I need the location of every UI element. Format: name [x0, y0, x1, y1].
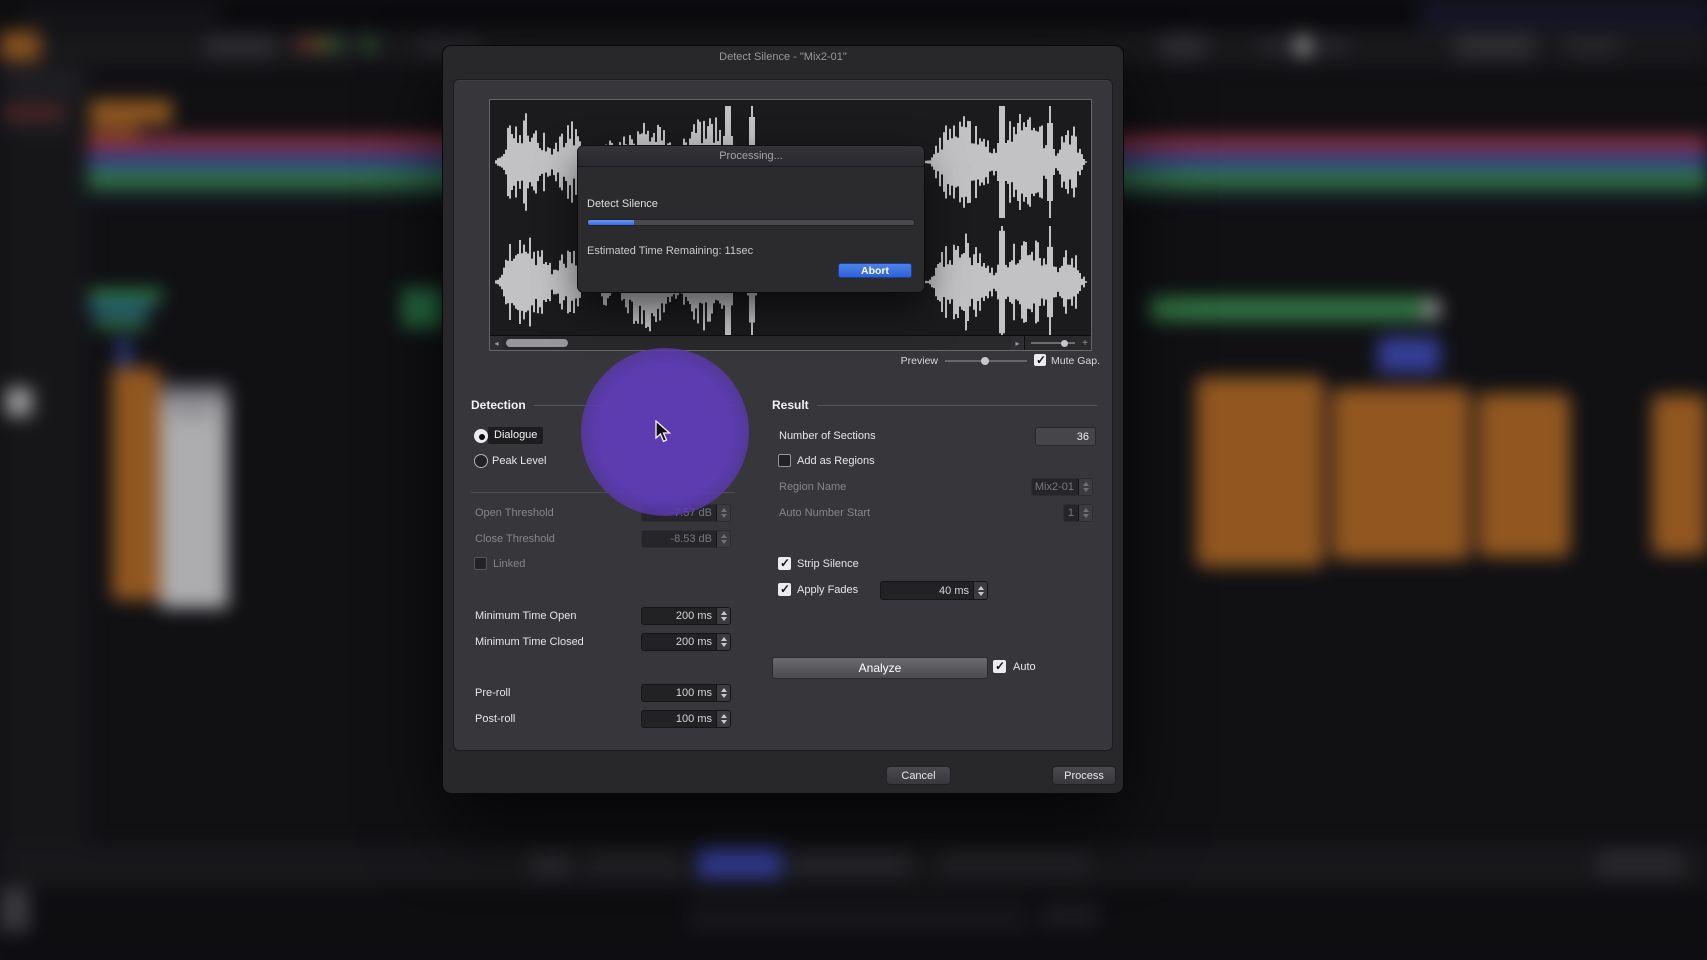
- abort-button[interactable]: Abort: [838, 263, 912, 278]
- minimum-time-open-value: 200 ms: [642, 610, 716, 622]
- result-section-header: Result: [772, 398, 1097, 412]
- region-name-value: Mix2-01: [1032, 481, 1078, 493]
- scrollbar-thumb[interactable]: [506, 339, 568, 347]
- apply-fades-checkbox[interactable]: [778, 583, 791, 596]
- detection-header-label: Detection: [471, 398, 526, 412]
- post-roll-field[interactable]: 100 ms: [641, 710, 731, 728]
- cancel-button[interactable]: Cancel: [886, 766, 951, 785]
- pre-roll-value: 100 ms: [642, 687, 716, 699]
- auto-number-start-value: 1: [1064, 507, 1078, 519]
- number-of-sections-label: Number of Sections: [779, 430, 876, 442]
- minimum-time-closed-field[interactable]: 200 ms: [641, 633, 731, 651]
- process-button[interactable]: Process: [1052, 766, 1116, 785]
- detect-silence-dialog: Detect Silence - "Mix2-01" ◂ ▸ + Preview: [443, 46, 1123, 793]
- processing-task-label: Detect Silence: [587, 198, 658, 210]
- dialogue-radio-label[interactable]: Dialogue: [488, 427, 543, 444]
- strip-silence-label[interactable]: Strip Silence: [797, 558, 859, 570]
- close-threshold-value: -8.53 dB: [642, 533, 716, 545]
- region-name-stepper-icon[interactable]: [1078, 479, 1092, 495]
- processing-modal-title: Processing...: [578, 146, 924, 167]
- preview-volume-thumb[interactable]: [981, 357, 989, 365]
- apply-fades-label[interactable]: Apply Fades: [797, 584, 858, 596]
- linked-label: Linked: [493, 558, 525, 570]
- close-threshold-label: Close Threshold: [475, 533, 555, 545]
- post-roll-stepper-icon[interactable]: [716, 711, 730, 727]
- result-header-label: Result: [772, 398, 809, 412]
- mouse-cursor-icon: [655, 420, 677, 444]
- minimum-time-closed-value: 200 ms: [642, 636, 716, 648]
- apply-fades-field[interactable]: 40 ms: [880, 581, 988, 600]
- dialogue-radio[interactable]: [474, 429, 488, 443]
- dialog-title: Detect Silence - "Mix2-01": [443, 51, 1123, 63]
- progress-fill: [588, 220, 634, 225]
- auto-checkbox[interactable]: [993, 660, 1006, 673]
- post-roll-value: 100 ms: [642, 713, 716, 725]
- analyze-button[interactable]: Analyze: [772, 657, 988, 679]
- auto-number-start-stepper-icon[interactable]: [1078, 505, 1092, 521]
- region-name-label: Region Name: [779, 481, 846, 493]
- waveform-scrollbar[interactable]: ◂ ▸ +: [490, 335, 1091, 350]
- pre-roll-label: Pre-roll: [475, 687, 510, 699]
- zoom-plus-icon[interactable]: +: [1082, 336, 1088, 350]
- minimum-time-closed-label: Minimum Time Closed: [475, 636, 584, 648]
- pre-roll-stepper-icon[interactable]: [716, 685, 730, 701]
- progress-bar: [587, 219, 915, 226]
- apply-fades-stepper-icon[interactable]: [973, 582, 987, 599]
- auto-number-start-field[interactable]: 1: [1063, 504, 1093, 522]
- add-as-regions-checkbox[interactable]: [778, 454, 791, 467]
- number-of-sections-value: 36: [1035, 427, 1096, 446]
- region-name-field[interactable]: Mix2-01: [1031, 478, 1093, 496]
- mute-gap-checkbox[interactable]: [1034, 354, 1046, 366]
- mute-gap-label: Mute Gap.: [1051, 355, 1100, 367]
- close-threshold-field[interactable]: -8.53 dB: [641, 530, 731, 548]
- apply-fades-value: 40 ms: [881, 585, 973, 597]
- preview-label: Preview: [863, 355, 938, 367]
- add-as-regions-label[interactable]: Add as Regions: [797, 455, 875, 467]
- strip-silence-checkbox[interactable]: [778, 557, 791, 570]
- pre-roll-field[interactable]: 100 ms: [641, 684, 731, 702]
- waveform-zoom-slider[interactable]: +: [1024, 336, 1091, 350]
- minimum-time-open-field[interactable]: 200 ms: [641, 607, 731, 625]
- eta-text: Estimated Time Remaining: 11sec: [587, 245, 753, 257]
- minimum-time-open-label: Minimum Time Open: [475, 610, 576, 622]
- close-threshold-stepper-icon[interactable]: [716, 531, 730, 547]
- auto-number-start-label: Auto Number Start: [779, 507, 870, 519]
- zoom-slider-track: [1031, 342, 1075, 344]
- auto-label[interactable]: Auto: [1013, 661, 1036, 673]
- linked-checkbox[interactable]: [474, 557, 487, 570]
- zoom-slider-thumb[interactable]: [1061, 340, 1068, 347]
- scrollbar-track[interactable]: [503, 336, 1011, 350]
- scroll-right-arrow-icon[interactable]: ▸: [1011, 336, 1024, 350]
- peak-level-radio[interactable]: [474, 454, 488, 468]
- scroll-left-arrow-icon[interactable]: ◂: [490, 336, 503, 350]
- post-roll-label: Post-roll: [475, 713, 515, 725]
- open-threshold-label: Open Threshold: [475, 507, 554, 519]
- open-threshold-stepper-icon[interactable]: [716, 505, 730, 521]
- minimum-time-closed-stepper-icon[interactable]: [716, 634, 730, 650]
- screen: Detect Silence - "Mix2-01" ◂ ▸ + Preview: [0, 0, 1707, 960]
- peak-level-radio-label[interactable]: Peak Level: [492, 455, 546, 467]
- minimum-time-open-stepper-icon[interactable]: [716, 608, 730, 624]
- processing-modal: Processing... Detect Silence Estimated T…: [578, 146, 924, 292]
